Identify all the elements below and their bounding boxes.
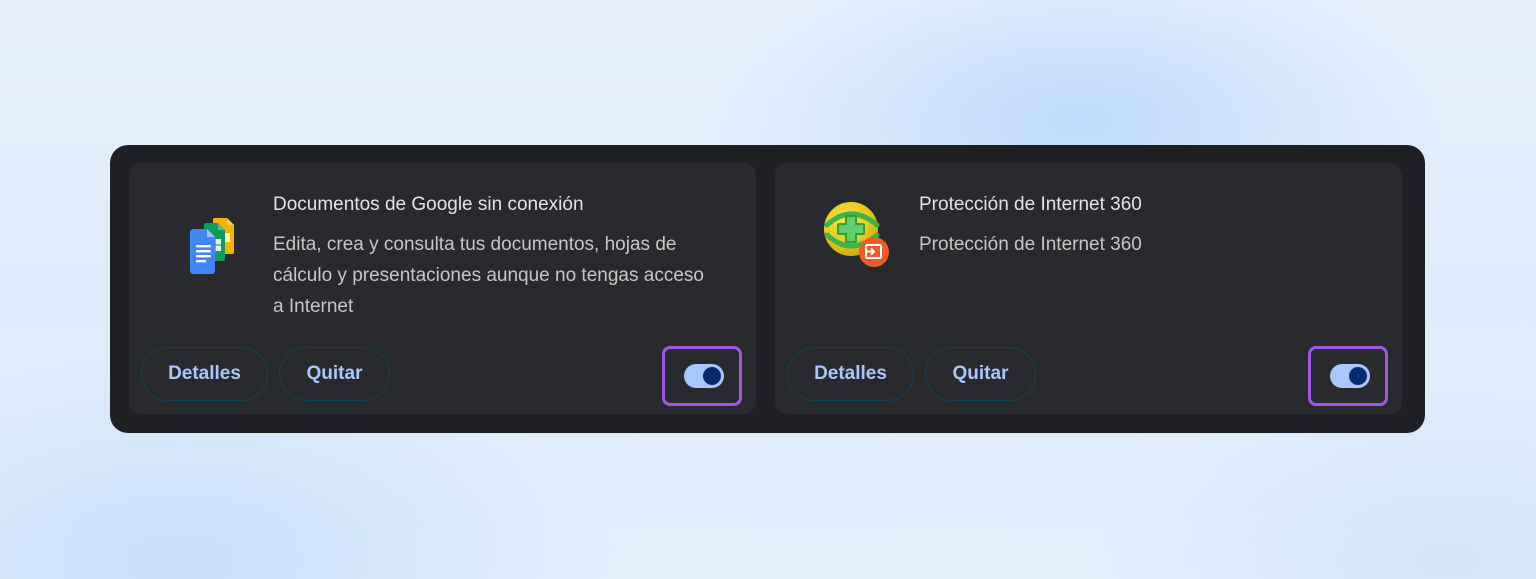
details-button[interactable]: Detalles (141, 347, 268, 401)
toggle-knob (703, 367, 721, 385)
toggle-highlight (1308, 346, 1388, 406)
extensions-panel: Documentos de Google sin conexión Edita,… (110, 145, 1425, 433)
google-docs-offline-icon (169, 195, 249, 275)
extension-description: Edita, crea y consulta tus documentos, h… (273, 234, 704, 317)
toggle-knob (1349, 367, 1367, 385)
extension-title: Protección de Internet 360 (919, 194, 1142, 215)
extension-card-google-docs-offline: Documentos de Google sin conexión Edita,… (129, 163, 756, 414)
remove-button[interactable]: Quitar (925, 347, 1036, 401)
extension-description: Protección de Internet 360 (919, 234, 1142, 255)
enable-toggle[interactable] (1330, 364, 1370, 388)
360-internet-protection-icon (815, 195, 895, 275)
enable-toggle[interactable] (684, 364, 724, 388)
extension-title: Documentos de Google sin conexión (273, 194, 584, 215)
details-button[interactable]: Detalles (787, 347, 914, 401)
extension-card-360-internet-protection: Protección de Internet 360 Protección de… (775, 163, 1402, 414)
toggle-highlight (662, 346, 742, 406)
remove-button[interactable]: Quitar (279, 347, 390, 401)
